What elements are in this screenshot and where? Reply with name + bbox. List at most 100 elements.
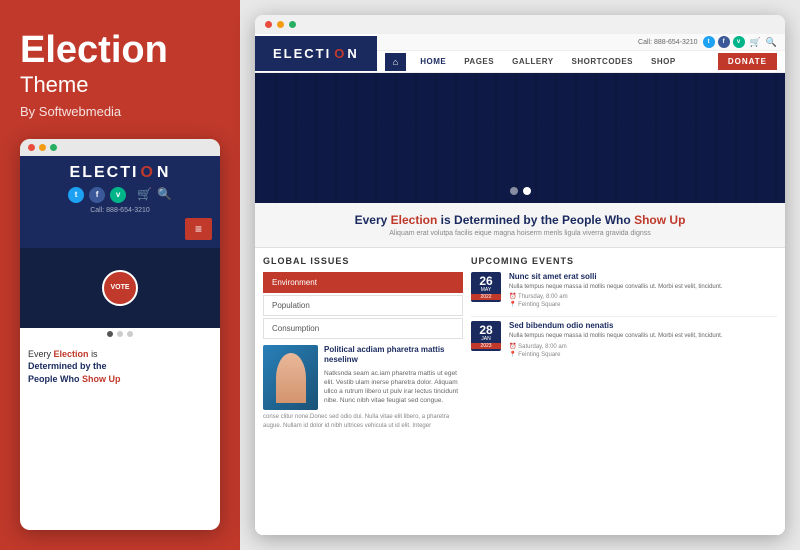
content-area: GLOBAL ISSUES Environment Population Con… — [255, 248, 785, 535]
vine-icon: v — [110, 187, 126, 203]
desktop-call: Call: 888-654-3210 — [638, 39, 698, 46]
issue-tab-environment[interactable]: Environment — [263, 272, 463, 293]
event-month: MAY — [481, 287, 491, 293]
tagline-every: Every — [28, 349, 51, 359]
issue-tabs: Environment Population Consumption — [263, 272, 463, 339]
mobile-header: ELECTION t f v 🛒 🔍 Call: 888-654-3210 ≡ — [20, 156, 220, 248]
upcoming-events-section: UPCOMING EVENTS 26 MAY 2022 Nunc sit ame… — [471, 256, 777, 527]
upcoming-events-title: UPCOMING EVENTS — [471, 256, 777, 266]
event-content-2: Sed bibendum odio nenatis Nulla tempus n… — [509, 321, 722, 357]
tagline-determined: Determined by the — [28, 361, 107, 371]
issue-tab-population[interactable]: Population — [263, 295, 463, 316]
mobile-hero: VOTE — [20, 248, 220, 328]
right-panel: ELECTION Call: 888-654-3210 t f v 🛒 🔍 ⌂ … — [240, 0, 800, 550]
left-panel: Election Theme By Softwebmedia ELECTION … — [0, 0, 240, 550]
desktop-nav: ELECTION Call: 888-654-3210 t f v 🛒 🔍 ⌂ … — [255, 34, 785, 73]
search-icon: 🔍 — [157, 187, 172, 203]
cart-icon: 🛒 — [137, 187, 152, 203]
tagline-main: Every Election is Determined by the Peop… — [265, 213, 775, 227]
mobile-tagline: Every Election is Determined by the Peop… — [20, 340, 220, 394]
global-issues-section: GLOBAL ISSUES Environment Population Con… — [263, 256, 463, 527]
vine-icon: v — [733, 36, 745, 48]
article-content: Political acdiam pharetra mattis neselin… — [324, 345, 463, 410]
close-dot — [265, 21, 272, 28]
event-year: 2023 — [471, 343, 501, 349]
event-title-1: Nunc sit amet erat solli — [509, 272, 722, 281]
mobile-logo: ELECTION — [70, 164, 171, 182]
article-image — [263, 345, 318, 410]
close-dot — [28, 144, 35, 151]
maximize-dot — [289, 21, 296, 28]
event-item: 28 JAN 2023 Sed bibendum odio nenatis Nu… — [471, 321, 777, 357]
event-date-2: 28 JAN 2023 — [471, 321, 501, 351]
hero-carousel-dots — [510, 187, 531, 195]
event-title-2: Sed bibendum odio nenatis — [509, 321, 722, 330]
donate-button[interactable]: DONATE — [718, 53, 777, 70]
event-day: 26 — [479, 275, 492, 287]
facebook-icon: f — [89, 187, 105, 203]
mobile-window-controls — [20, 139, 220, 156]
desktop-window-controls — [255, 15, 785, 34]
tagline-election: Election — [391, 213, 438, 227]
nav-home[interactable]: HOME — [412, 51, 454, 72]
desktop-social-icons: t f v — [703, 36, 745, 48]
desktop-nav-links: ⌂ HOME PAGES GALLERY SHORTCODES SHOP DON… — [377, 51, 785, 72]
theme-author: By Softwebmedia — [20, 104, 220, 119]
mobile-mockup: ELECTION t f v 🛒 🔍 Call: 888-654-3210 ≡ … — [20, 139, 220, 530]
mobile-hamburger-button[interactable]: ≡ — [185, 218, 212, 240]
search-icon: 🔍 — [766, 37, 777, 48]
tagline-sub: Aliquam erat volutpa facilis eique magna… — [265, 230, 775, 237]
person-figure — [276, 353, 306, 403]
event-year: 2022 — [471, 294, 501, 300]
event-meta-1: ⏰ Thursday, 8:00 am 📍 Feinting Square — [509, 293, 722, 308]
article-title: Political acdiam pharetra mattis neselin… — [324, 345, 463, 366]
hero-background — [255, 73, 785, 203]
home-icon-button[interactable]: ⌂ — [385, 53, 406, 71]
nav-shortcodes[interactable]: SHORTCODES — [564, 51, 641, 72]
twitter-icon: t — [68, 187, 84, 203]
event-month: JAN — [481, 336, 490, 342]
nav-shop[interactable]: SHOP — [643, 51, 684, 72]
carousel-dot-active — [523, 187, 531, 195]
nav-pages[interactable]: PAGES — [456, 51, 502, 72]
event-divider — [471, 316, 777, 317]
theme-title: Election — [20, 30, 220, 72]
tagline-determined: Determined by the People Who — [454, 213, 631, 227]
cart-icon: 🛒 — [750, 37, 761, 48]
tagline-section: Every Election is Determined by the Peop… — [255, 203, 785, 248]
event-content-1: Nunc sit amet erat solli Nulla tempus ne… — [509, 272, 722, 308]
carousel-dot-active — [107, 331, 113, 337]
event-date-1: 26 MAY 2022 — [471, 272, 501, 302]
mobile-carousel-dots — [20, 328, 220, 340]
global-issues-title: GLOBAL ISSUES — [263, 256, 463, 266]
article-text: Natksnda seam ac.iam pharetra mattis ut … — [324, 369, 463, 405]
tagline-every: Every — [355, 213, 388, 227]
carousel-dot — [127, 331, 133, 337]
minimize-dot — [277, 21, 284, 28]
event-meta-2: ⏰ Saturday, 8:00 am 📍 Feinting Square — [509, 343, 722, 358]
desktop-mockup: ELECTION Call: 888-654-3210 t f v 🛒 🔍 ⌂ … — [255, 15, 785, 535]
tagline-is: is — [441, 213, 451, 227]
desktop-top-info: Call: 888-654-3210 t f v 🛒 🔍 — [377, 34, 785, 51]
maximize-dot — [50, 144, 57, 151]
twitter-icon: t — [703, 36, 715, 48]
event-desc-2: Nulla tempus neque massa id mollis neque… — [509, 332, 722, 340]
issue-tab-consumption[interactable]: Consumption — [263, 318, 463, 339]
facebook-icon: f — [718, 36, 730, 48]
article-card: Political acdiam pharetra mattis neselin… — [263, 345, 463, 410]
desktop-top-bar: Call: 888-654-3210 t f v 🛒 🔍 ⌂ HOME PAGE… — [377, 34, 785, 72]
event-desc-1: Nulla tempus neque massa id mollis neque… — [509, 283, 722, 291]
desktop-hero — [255, 73, 785, 203]
mobile-call: Call: 888-654-3210 — [90, 207, 150, 214]
event-item: 26 MAY 2022 Nunc sit amet erat solli Nul… — [471, 272, 777, 308]
article-footer: conse clitur none.Donec sed odio dui. Nu… — [263, 413, 463, 431]
carousel-dot — [117, 331, 123, 337]
event-day: 28 — [479, 324, 492, 336]
desktop-logo: ELECTION — [255, 36, 377, 71]
vote-badge: VOTE — [102, 270, 138, 306]
minimize-dot — [39, 144, 46, 151]
carousel-dot — [510, 187, 518, 195]
mobile-social-icons: t f v 🛒 🔍 — [68, 187, 172, 203]
nav-gallery[interactable]: GALLERY — [504, 51, 561, 72]
tagline-show-up: Show Up — [634, 213, 685, 227]
